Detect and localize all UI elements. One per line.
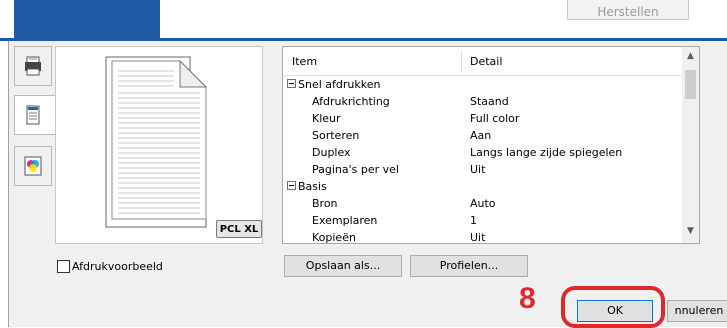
row-item: Kleur: [312, 112, 341, 125]
side-tabs: [14, 46, 56, 196]
reset-button[interactable]: Herstellen: [567, 0, 689, 20]
column-header-detail: Detail: [470, 55, 503, 68]
color-icon: [24, 156, 42, 176]
tab-printer[interactable]: [14, 46, 52, 86]
row-detail: 1: [470, 214, 477, 227]
settings-table[interactable]: Item Detail Snel afdrukken Afdrukrichting…: [282, 46, 700, 244]
save-as-button[interactable]: Opslaan als...: [284, 255, 402, 277]
row-item: Bron: [312, 197, 338, 210]
pdl-badge: PCL XL: [216, 220, 262, 238]
profiles-button[interactable]: Profielen...: [410, 255, 528, 277]
row-item: Afdrukrichting: [312, 95, 390, 108]
table-row[interactable]: Afdrukrichting Staand: [283, 93, 683, 110]
row-item: Pagina's per vel: [312, 163, 399, 176]
document-icon: [26, 105, 40, 125]
table-row[interactable]: Kleur Full color: [283, 110, 683, 127]
step-number: 8: [519, 282, 536, 315]
column-divider: [461, 50, 462, 72]
column-header-item: Item: [292, 55, 318, 68]
vertical-scrollbar[interactable]: ▲ ▼: [682, 47, 699, 243]
table-row[interactable]: Bron Auto: [283, 195, 683, 212]
scroll-down-icon[interactable]: ▼: [686, 227, 695, 236]
tab-layout[interactable]: [14, 95, 56, 135]
tab-color[interactable]: [14, 146, 52, 186]
row-item: Kopieën: [312, 231, 356, 244]
table-row[interactable]: Duplex Langs lange zijde spiegelen: [283, 144, 683, 161]
collapse-icon[interactable]: [287, 79, 296, 88]
cancel-button[interactable]: nnuleren: [667, 300, 727, 322]
scroll-thumb[interactable]: [685, 70, 696, 99]
row-item: Snel afdrukken: [298, 78, 381, 91]
row-item: Sorteren: [312, 129, 360, 142]
table-row[interactable]: Exemplaren 1: [283, 212, 683, 229]
row-detail: Uit: [470, 163, 486, 176]
row-item: Basis: [298, 180, 327, 193]
row-detail: Langs lange zijde spiegelen: [470, 146, 623, 159]
top-tab: [14, 0, 160, 38]
top-banner: Herstellen: [0, 0, 727, 41]
table-row[interactable]: Pagina's per vel Uit: [283, 161, 683, 178]
table-row[interactable]: Kopieën Uit: [283, 229, 683, 244]
page-preview-icon: [105, 56, 208, 228]
table-group-row[interactable]: Basis: [283, 178, 683, 195]
table-group-row[interactable]: Snel afdrukken: [283, 76, 683, 93]
page-preview: [55, 46, 263, 244]
row-detail: Full color: [470, 112, 520, 125]
preview-checkbox[interactable]: [57, 260, 70, 273]
row-item: Duplex: [312, 146, 351, 159]
row-detail: Aan: [470, 129, 492, 142]
scroll-up-icon[interactable]: ▲: [686, 52, 695, 61]
row-detail: Uit: [470, 231, 486, 244]
table-header: Item Detail: [283, 47, 683, 76]
row-item: Exemplaren: [312, 214, 378, 227]
row-detail: Staand: [470, 95, 509, 108]
collapse-icon[interactable]: [287, 181, 296, 190]
table-row[interactable]: Sorteren Aan: [283, 127, 683, 144]
row-detail: Auto: [470, 197, 496, 210]
ok-button[interactable]: OK: [577, 300, 653, 322]
preview-checkbox-label: Afdrukvoorbeeld: [72, 260, 163, 273]
table-rows: Snel afdrukken Afdrukrichting Staand Kleur F…: [283, 76, 683, 244]
printer-icon: [25, 56, 41, 76]
